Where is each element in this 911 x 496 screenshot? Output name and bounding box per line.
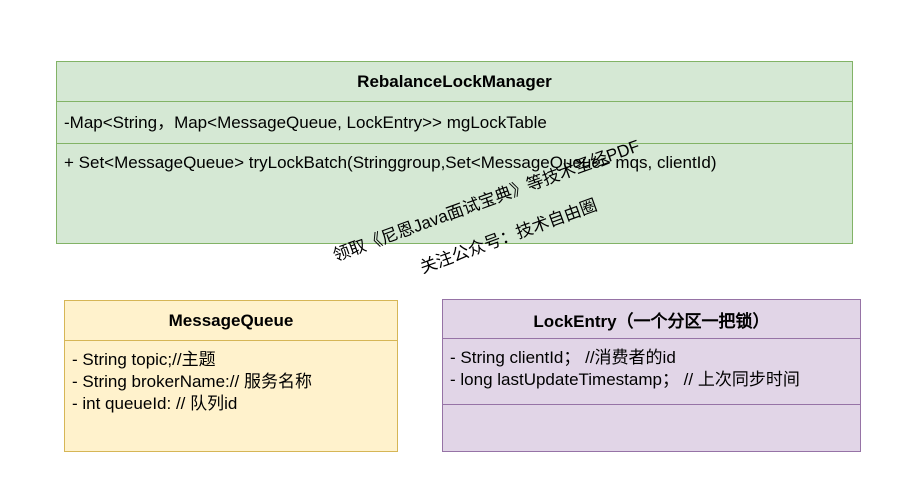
operations-section — [443, 405, 860, 417]
class-title: RebalanceLockManager — [57, 62, 852, 102]
attribute-queue-id: - int queueId: // 队列id — [72, 394, 238, 413]
attributes-section: - String topic;//主题 - String brokerName:… — [65, 341, 397, 421]
attribute-broker-name: - String brokerName:// 服务名称 — [72, 372, 312, 391]
attribute-topic: - String topic;//主题 — [72, 350, 216, 369]
operations-section: + Set<MessageQueue> tryLockBatch(Stringg… — [57, 144, 852, 180]
class-lock-entry[interactable]: LockEntry（一个分区一把锁） - String clientId； //… — [442, 299, 861, 452]
class-title: MessageQueue — [65, 301, 397, 341]
operation-trylockbatch: + Set<MessageQueue> tryLockBatch(Stringg… — [64, 153, 717, 172]
attribute-client-id: - String clientId； //消费者的id — [450, 348, 676, 367]
class-title: LockEntry（一个分区一把锁） — [443, 300, 860, 339]
attribute-mglocktable: -Map<String，Map<MessageQueue, LockEntry>… — [64, 112, 547, 132]
attribute-last-update-timestamp: - long lastUpdateTimestamp； // 上次同步时间 — [450, 370, 800, 389]
attributes-section: -Map<String，Map<MessageQueue, LockEntry>… — [57, 102, 852, 144]
attributes-section: - String clientId； //消费者的id - long lastU… — [443, 339, 860, 405]
class-message-queue[interactable]: MessageQueue - String topic;//主题 - Strin… — [64, 300, 398, 452]
